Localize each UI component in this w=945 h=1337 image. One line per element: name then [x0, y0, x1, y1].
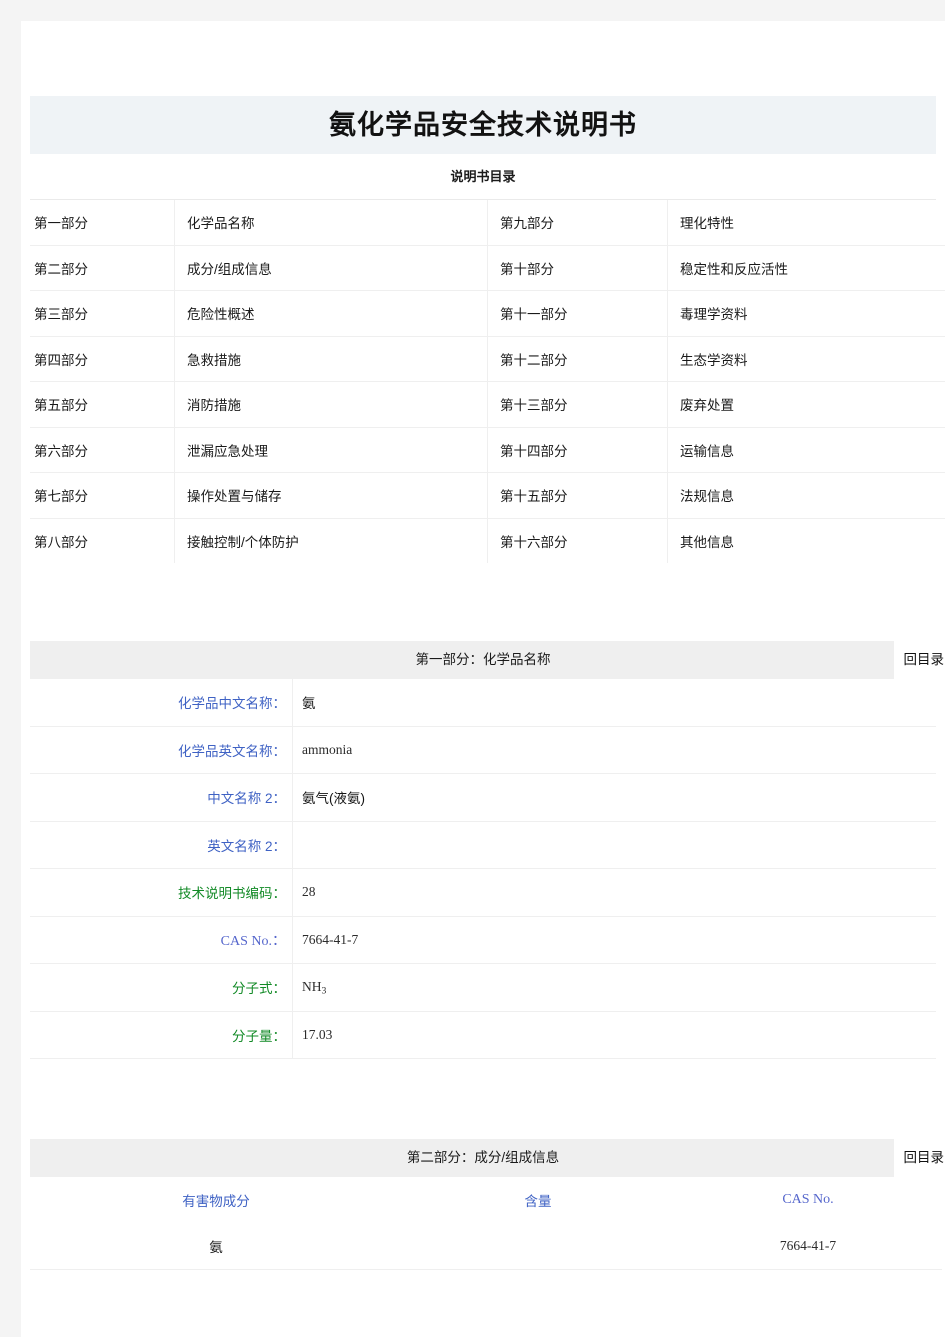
- toc-right-number: 第十五部分: [487, 472, 668, 519]
- table-row[interactable]: 第七部分 操作处置与储存 第十五部分 法规信息: [30, 472, 945, 519]
- toc-left-label[interactable]: 泄漏应急处理: [174, 427, 488, 473]
- toc-left-label[interactable]: 操作处置与储存: [174, 472, 488, 519]
- column-header-cas: CAS No.: [782, 1192, 834, 1207]
- field-label: 技术说明书编码：: [30, 868, 293, 917]
- toc-right-number: 第十四部分: [487, 427, 668, 473]
- toc-right-label[interactable]: 理化特性: [667, 200, 945, 246]
- toc-left-label[interactable]: 成分/组成信息: [174, 245, 488, 291]
- toc-right-label[interactable]: 生态学资料: [667, 336, 945, 382]
- table-row[interactable]: 第五部分 消防措施 第十三部分 废弃处置: [30, 381, 945, 428]
- toc-right-number: 第十六部分: [487, 518, 668, 563]
- toc-left-label[interactable]: 消防措施: [174, 381, 488, 428]
- table-of-contents: 第一部分 化学品名称 第九部分 理化特性 第二部分 成分/组成信息 第十部分 稳…: [30, 200, 945, 563]
- toc-right-number: 第十二部分: [487, 336, 668, 382]
- table-row[interactable]: 第四部分 急救措施 第十二部分 生态学资料: [30, 336, 945, 382]
- field-value: 7664-41-7: [292, 916, 936, 964]
- cell-content: [402, 1223, 674, 1270]
- toc-left-number: 第七部分: [30, 472, 175, 519]
- table-row: 化学品中文名称： 氨: [30, 679, 936, 727]
- section-title: 第二部分：成分/组成信息: [406, 1150, 560, 1165]
- section-composition: 第二部分：成分/组成信息 回目录 有害物成分 含量 CAS No. 氨 7664…: [30, 1139, 944, 1270]
- section-header: 第二部分：成分/组成信息 回目录: [30, 1139, 944, 1177]
- toc-right-label[interactable]: 运输信息: [667, 427, 945, 473]
- field-label: 中文名称 2：: [30, 773, 293, 822]
- field-value: 28: [292, 868, 936, 917]
- table-row[interactable]: 第六部分 泄漏应急处理 第十四部分 运输信息: [30, 427, 945, 473]
- toc-right-number: 第十三部分: [487, 381, 668, 428]
- field-label: 英文名称 2：: [30, 821, 293, 869]
- field-label: 分子式：: [30, 963, 293, 1012]
- table-row[interactable]: 第一部分 化学品名称 第九部分 理化特性: [30, 200, 945, 246]
- toc-left-label[interactable]: 接触控制/个体防护: [174, 518, 488, 563]
- composition-table: 有害物成分 含量 CAS No. 氨 7664-41-7: [30, 1177, 942, 1270]
- toc-caption: 说明书目录: [30, 154, 936, 200]
- table-row: 分子量： 17.03: [30, 1011, 936, 1059]
- toc-left-number: 第四部分: [30, 336, 175, 382]
- cell-component: 氨: [30, 1223, 402, 1270]
- field-label: 分子量：: [30, 1011, 293, 1059]
- table-row[interactable]: 第三部分 危险性概述 第十一部分 毒理学资料: [30, 290, 945, 337]
- field-value: [292, 821, 936, 869]
- table-row: CAS No.： 7664-41-7: [30, 916, 936, 964]
- document-title-band: 氨化学品安全技术说明书: [30, 96, 936, 154]
- toc-left-number: 第六部分: [30, 427, 175, 473]
- toc-left-number: 第一部分: [30, 200, 175, 246]
- toc-right-number: 第十一部分: [487, 290, 668, 337]
- toc-left-number: 第八部分: [30, 518, 175, 563]
- field-value: 氨: [292, 679, 936, 727]
- toc-right-label[interactable]: 稳定性和反应活性: [667, 245, 945, 291]
- toc-left-number: 第五部分: [30, 381, 175, 428]
- chemical-name-table: 化学品中文名称： 氨 化学品英文名称： ammonia 中文名称 2： 氨气(液…: [30, 679, 936, 1059]
- field-label: 化学品英文名称：: [30, 726, 293, 774]
- toc-left-number: 第二部分: [30, 245, 175, 291]
- table-row[interactable]: 第二部分 成分/组成信息 第十部分 稳定性和反应活性: [30, 245, 945, 291]
- toc-right-label[interactable]: 毒理学资料: [667, 290, 945, 337]
- field-label: 化学品中文名称：: [30, 679, 293, 727]
- column-header-component: 有害物成分: [182, 1194, 250, 1209]
- toc-right-label[interactable]: 废弃处置: [667, 381, 945, 428]
- table-header-row: 有害物成分 含量 CAS No.: [30, 1177, 942, 1223]
- table-row: 英文名称 2：: [30, 821, 936, 869]
- table-row: 氨 7664-41-7: [30, 1223, 942, 1270]
- toc-left-number: 第三部分: [30, 290, 175, 337]
- section-title: 第一部分：化学品名称: [415, 652, 551, 667]
- table-row[interactable]: 第八部分 接触控制/个体防护 第十六部分 其他信息: [30, 518, 945, 563]
- column-header-content: 含量: [524, 1194, 552, 1209]
- field-value: ammonia: [292, 726, 936, 774]
- table-row: 中文名称 2： 氨气(液氨): [30, 773, 936, 822]
- toc-right-number: 第十部分: [487, 245, 668, 291]
- back-to-toc-link[interactable]: 回目录: [893, 1139, 944, 1177]
- toc-right-label[interactable]: 其他信息: [668, 518, 945, 563]
- field-label: CAS No.：: [30, 916, 293, 964]
- table-row: 技术说明书编码： 28: [30, 868, 936, 917]
- cell-cas: 7664-41-7: [674, 1223, 942, 1270]
- toc-right-label[interactable]: 法规信息: [667, 472, 945, 519]
- page-title: 氨化学品安全技术说明书: [329, 110, 637, 140]
- table-row: 分子式： NH3: [30, 963, 936, 1012]
- section-header: 第一部分：化学品名称 回目录: [30, 641, 944, 679]
- table-row: 化学品英文名称： ammonia: [30, 726, 936, 774]
- toc-left-label[interactable]: 急救措施: [174, 336, 488, 382]
- toc-left-label[interactable]: 危险性概述: [174, 290, 488, 337]
- toc-left-label[interactable]: 化学品名称: [174, 200, 488, 246]
- section-chemical-name: 第一部分：化学品名称 回目录 化学品中文名称： 氨 化学品英文名称： ammon…: [30, 641, 944, 1059]
- document-sheet: 氨化学品安全技术说明书 说明书目录 第一部分 化学品名称 第九部分 理化特性 第…: [21, 21, 945, 1337]
- field-value: 17.03: [292, 1011, 936, 1059]
- field-value: 氨气(液氨): [292, 773, 936, 822]
- field-value-formula: NH3: [292, 963, 936, 1012]
- back-to-toc-link[interactable]: 回目录: [893, 641, 944, 679]
- toc-right-number: 第九部分: [487, 200, 668, 246]
- document-content: 氨化学品安全技术说明书 说明书目录 第一部分 化学品名称 第九部分 理化特性 第…: [30, 21, 945, 1270]
